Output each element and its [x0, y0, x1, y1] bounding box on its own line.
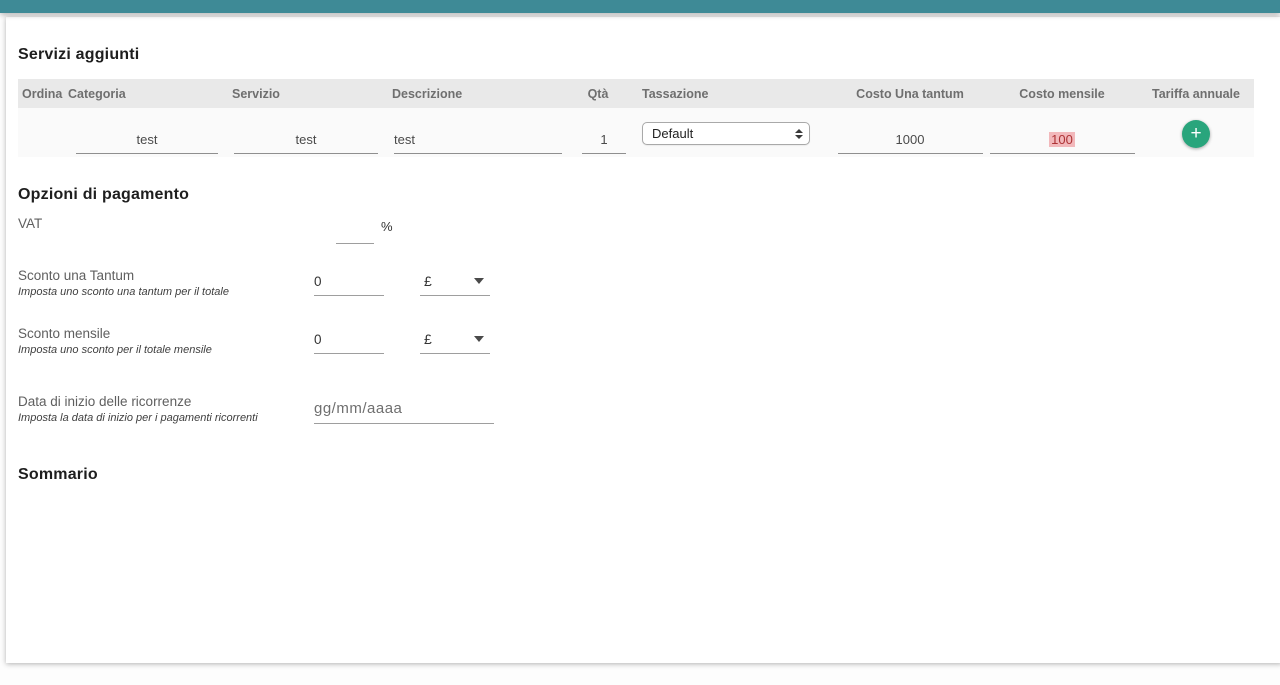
col-header-costo-mensile: Costo mensile: [986, 87, 1138, 101]
top-app-bar: [0, 0, 1280, 13]
sconto-una-tantum-currency-select[interactable]: £: [420, 268, 490, 296]
content-card: Servizi aggiunti Ordina Categoria Serviz…: [6, 17, 1280, 663]
vat-label: VAT: [18, 216, 314, 232]
select-arrows-icon: [795, 129, 803, 139]
sconto-mensile-input[interactable]: [314, 326, 384, 354]
sconto-una-tantum-input[interactable]: [314, 268, 384, 296]
plus-icon: +: [1190, 121, 1201, 147]
sconto-mensile-currency-select[interactable]: £: [420, 326, 490, 354]
categoria-input[interactable]: [76, 126, 218, 154]
col-header-servizio: Servizio: [226, 87, 386, 101]
data-inizio-label: Data di inizio delle ricorrenze: [18, 394, 314, 410]
servizio-input[interactable]: [234, 126, 378, 154]
col-header-tariffa-annuale: Tariffa annuale: [1138, 87, 1254, 101]
tassazione-selected-value: Default: [652, 126, 693, 141]
sconto-una-tantum-label: Sconto una Tantum: [18, 268, 314, 284]
data-inizio-description: Imposta la data di inizio per i pagament…: [18, 412, 314, 424]
section-title-servizi-aggiunti: Servizi aggiunti: [18, 17, 1270, 65]
qta-input[interactable]: [582, 126, 626, 154]
sconto-mensile-description: Imposta uno sconto per il totale mensile: [18, 344, 314, 356]
dropdown-arrow-icon: [474, 278, 484, 284]
dropdown-arrow-icon: [474, 336, 484, 342]
section-title-sommario: Sommario: [18, 465, 1270, 485]
col-header-descrizione: Descrizione: [386, 87, 570, 101]
vat-input[interactable]: [336, 216, 374, 244]
section-title-opzioni-pagamento: Opzioni di pagamento: [18, 185, 1270, 205]
sconto-una-tantum-description: Imposta uno sconto una tantum per il tot…: [18, 286, 314, 298]
currency-symbol: £: [424, 273, 432, 289]
sconto-mensile-row: Sconto mensile Imposta uno sconto per il…: [18, 326, 1270, 356]
costo-mensile-highlighted-value: 100: [1049, 132, 1075, 147]
data-inizio-row: Data di inizio delle ricorrenze Imposta …: [18, 394, 1270, 424]
costo-una-tantum-input[interactable]: [838, 126, 983, 154]
data-inizio-input[interactable]: [314, 394, 494, 424]
tassazione-select[interactable]: Default: [642, 122, 810, 145]
services-table-header: Ordina Categoria Servizio Descrizione Qt…: [18, 79, 1254, 108]
add-service-button[interactable]: +: [1182, 120, 1210, 148]
col-header-ordina: Ordina: [18, 87, 68, 101]
col-header-costo-una-tantum: Costo Una tantum: [834, 87, 986, 101]
sconto-una-tantum-row: Sconto una Tantum Imposta uno sconto una…: [18, 268, 1270, 298]
vat-row: VAT %: [18, 216, 1270, 244]
sconto-mensile-label: Sconto mensile: [18, 326, 314, 342]
descrizione-input[interactable]: [394, 126, 562, 154]
costo-mensile-input[interactable]: 100: [990, 126, 1135, 154]
percent-suffix: %: [381, 219, 393, 234]
currency-symbol: £: [424, 331, 432, 347]
service-table-row: Default 100 +: [18, 108, 1254, 157]
col-header-tassazione: Tassazione: [626, 87, 834, 101]
col-header-categoria: Categoria: [68, 87, 226, 101]
col-header-qta: Qtà: [570, 87, 626, 101]
